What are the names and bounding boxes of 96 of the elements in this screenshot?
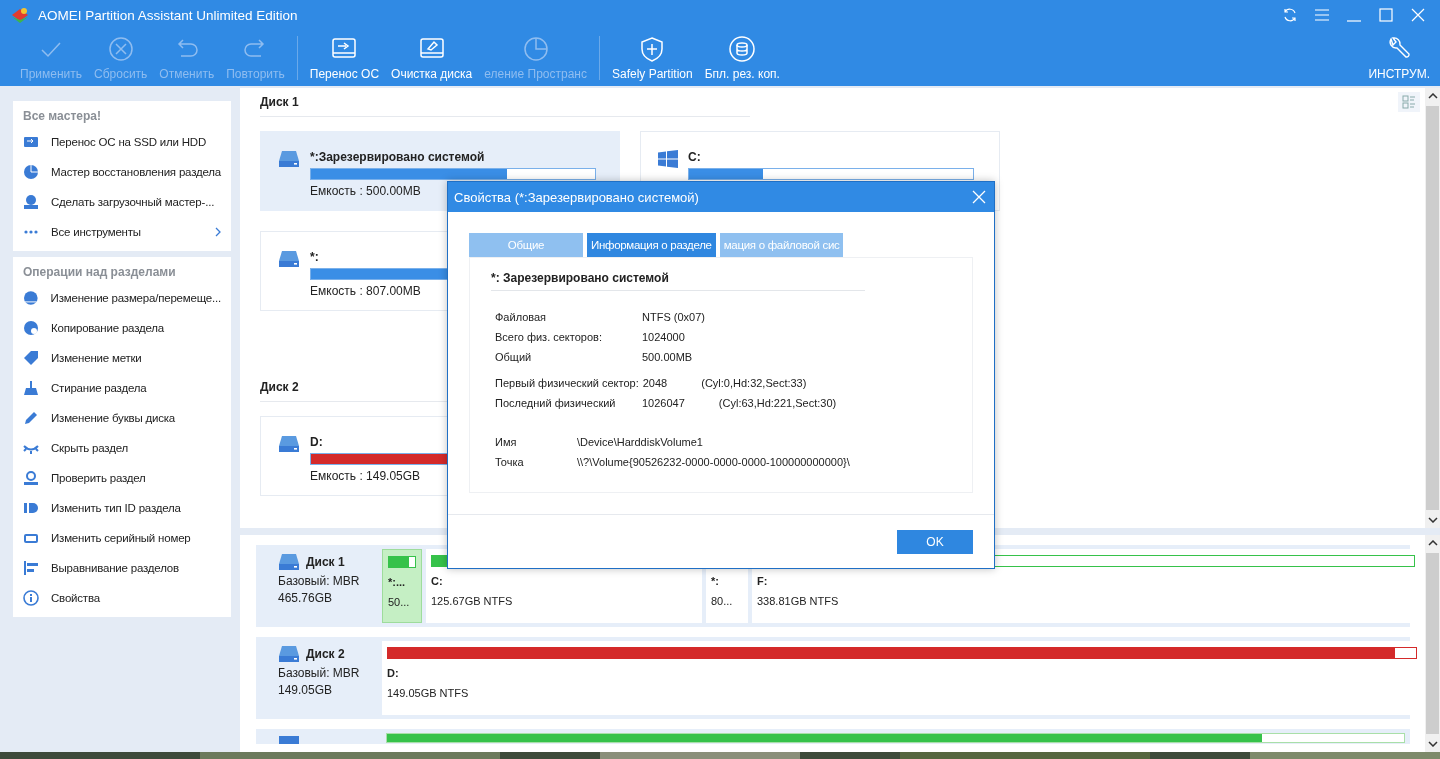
disk-type: Базовый: MBR <box>278 574 361 588</box>
close-button[interactable] <box>972 190 986 204</box>
capacity-text: Емкость : 149.05GB <box>310 469 421 483</box>
sidebar-item[interactable]: Изменение метки <box>13 343 231 373</box>
property-value: 500.00MB <box>642 351 693 363</box>
refresh-icon[interactable] <box>1282 7 1298 23</box>
partition-label: *: <box>711 575 720 587</box>
sidebar-item[interactable]: Мастер восстановления раздела <box>13 157 231 187</box>
disk-name: Диск 1 <box>306 555 345 569</box>
partition-info: 50... <box>388 596 411 608</box>
disk-size: 149.05GB <box>278 683 334 697</box>
toolbar-button[interactable]: Safely Partition <box>606 30 699 86</box>
partition-label: D: <box>387 667 400 679</box>
partition-info: 125.67GB NTFS <box>431 595 514 607</box>
disk-size: 465.76GB <box>278 591 334 605</box>
partition-label: F: <box>757 575 769 587</box>
disk-heading: Диск 2 <box>260 379 299 396</box>
drive-icon <box>278 553 300 571</box>
property-label: Общий <box>495 351 533 363</box>
property-label: Имя <box>495 436 518 448</box>
partition-heading: *: Зарезервировано системой <box>491 271 865 291</box>
capacity-text: Емкость : 807.00MB <box>310 284 421 298</box>
pie-icon <box>521 35 550 63</box>
partition-info: 80... <box>711 595 734 607</box>
section-title: Все мастера! <box>22 108 102 125</box>
partition-name: *: <box>310 250 319 264</box>
disk-row[interactable] <box>256 729 1410 744</box>
cancel-icon <box>106 35 135 63</box>
disk-type: Базовый: MBR <box>278 666 361 680</box>
drive-icon <box>278 435 300 453</box>
sidebar-item[interactable]: Проверить раздел <box>13 463 231 493</box>
partition-block[interactable]: *:... 50... <box>382 549 422 623</box>
align-icon <box>23 560 39 576</box>
property-label: Последний физический <box>495 397 617 409</box>
sidebar-item[interactable]: Изменить тип ID раздела <box>13 493 231 523</box>
property-value: NTFS (0x07) <box>642 311 705 323</box>
database-icon <box>728 35 757 63</box>
property-value: 2048 <box>642 377 668 389</box>
close-icon[interactable] <box>1410 7 1426 23</box>
property-detail: (Cyl:0,Hd:32,Sect:33) <box>701 377 807 389</box>
scrollbar[interactable] <box>1425 535 1440 752</box>
globe-icon <box>23 320 39 336</box>
partition-info: 149.05GB NTFS <box>387 687 470 699</box>
sidebar-item[interactable]: Изменение буквы диска <box>13 403 231 433</box>
sidebar-item[interactable]: Перенос ОС на SSD или HDD <box>13 127 231 157</box>
capacity-text: Емкость : 500.00MB <box>310 184 421 198</box>
drive-icon <box>278 150 300 168</box>
pie-icon <box>23 164 39 180</box>
tag-icon <box>23 350 39 366</box>
tab[interactable]: Информация о разделе <box>587 233 716 257</box>
broom-icon <box>23 380 39 396</box>
toolbar-button[interactable]: Очистка диска <box>385 30 479 86</box>
view-toggle-button[interactable] <box>1398 92 1420 112</box>
sidebar-item[interactable]: Стирание раздела <box>13 373 231 403</box>
sidebar-item[interactable]: Скрыть раздел <box>13 433 231 463</box>
property-label: Первый физический сектор: <box>495 377 639 389</box>
partition-label: *:... <box>388 576 407 588</box>
toolbar-button[interactable]: Бпл. рез. коп. <box>698 30 786 86</box>
drive-icon <box>278 736 300 744</box>
id-card-icon <box>23 500 39 516</box>
scrollbar[interactable] <box>1425 88 1440 528</box>
close-icon <box>972 190 986 204</box>
disk-heading: Диск 1 <box>260 94 299 111</box>
sidebar-item[interactable]: Выравнивание разделов <box>13 553 231 583</box>
window-title: AOMEI Partition Assistant Unlimited Edition <box>38 7 299 23</box>
sidebar-item[interactable]: Свойства <box>13 583 231 613</box>
partition-name: C: <box>688 150 701 164</box>
tools-button[interactable]: ИНСТРУМ. <box>1362 30 1436 86</box>
ok-button[interactable]: OK <box>897 529 973 554</box>
property-label: Файловая <box>495 311 548 323</box>
section-title: Операции над разделами <box>22 264 177 281</box>
property-label: Точка <box>495 456 525 468</box>
menu-icon[interactable] <box>1314 7 1330 23</box>
sidebar-item[interactable]: Сделать загрузочный мастер-... <box>13 187 231 217</box>
info-icon <box>23 590 39 606</box>
partition-info: 338.81GB NTFS <box>757 595 840 607</box>
drive-icon <box>278 645 300 663</box>
disk-name: Диск 2 <box>306 647 345 661</box>
sidebar-item[interactable]: Копирование раздела <box>13 313 231 343</box>
app-logo-icon <box>10 6 30 24</box>
sidebar-item[interactable]: Изменить серийный номер <box>13 523 231 553</box>
windows-icon <box>658 150 678 168</box>
property-value: 1026047 <box>642 397 685 409</box>
property-label: Всего физ. секторов: <box>495 331 603 343</box>
sidebar-item[interactable]: Изменение размера/перемеще... <box>13 283 231 313</box>
sidebar-item[interactable]: Все инструменты <box>13 217 231 247</box>
property-detail: (Cyl:63,Hd:221,Sect:30) <box>718 397 837 409</box>
partition-name: *:Зарезервировано системой <box>310 150 485 164</box>
toolbar-button[interactable]: Перенос ОС <box>303 30 386 86</box>
property-value: 1024000 <box>642 331 685 343</box>
partition-label: C: <box>431 575 444 587</box>
pencil-icon <box>23 410 39 426</box>
maximize-icon[interactable] <box>1378 7 1394 23</box>
drive-icon <box>278 250 300 268</box>
partition-name: D: <box>310 435 323 449</box>
list-view-icon <box>1402 95 1416 109</box>
